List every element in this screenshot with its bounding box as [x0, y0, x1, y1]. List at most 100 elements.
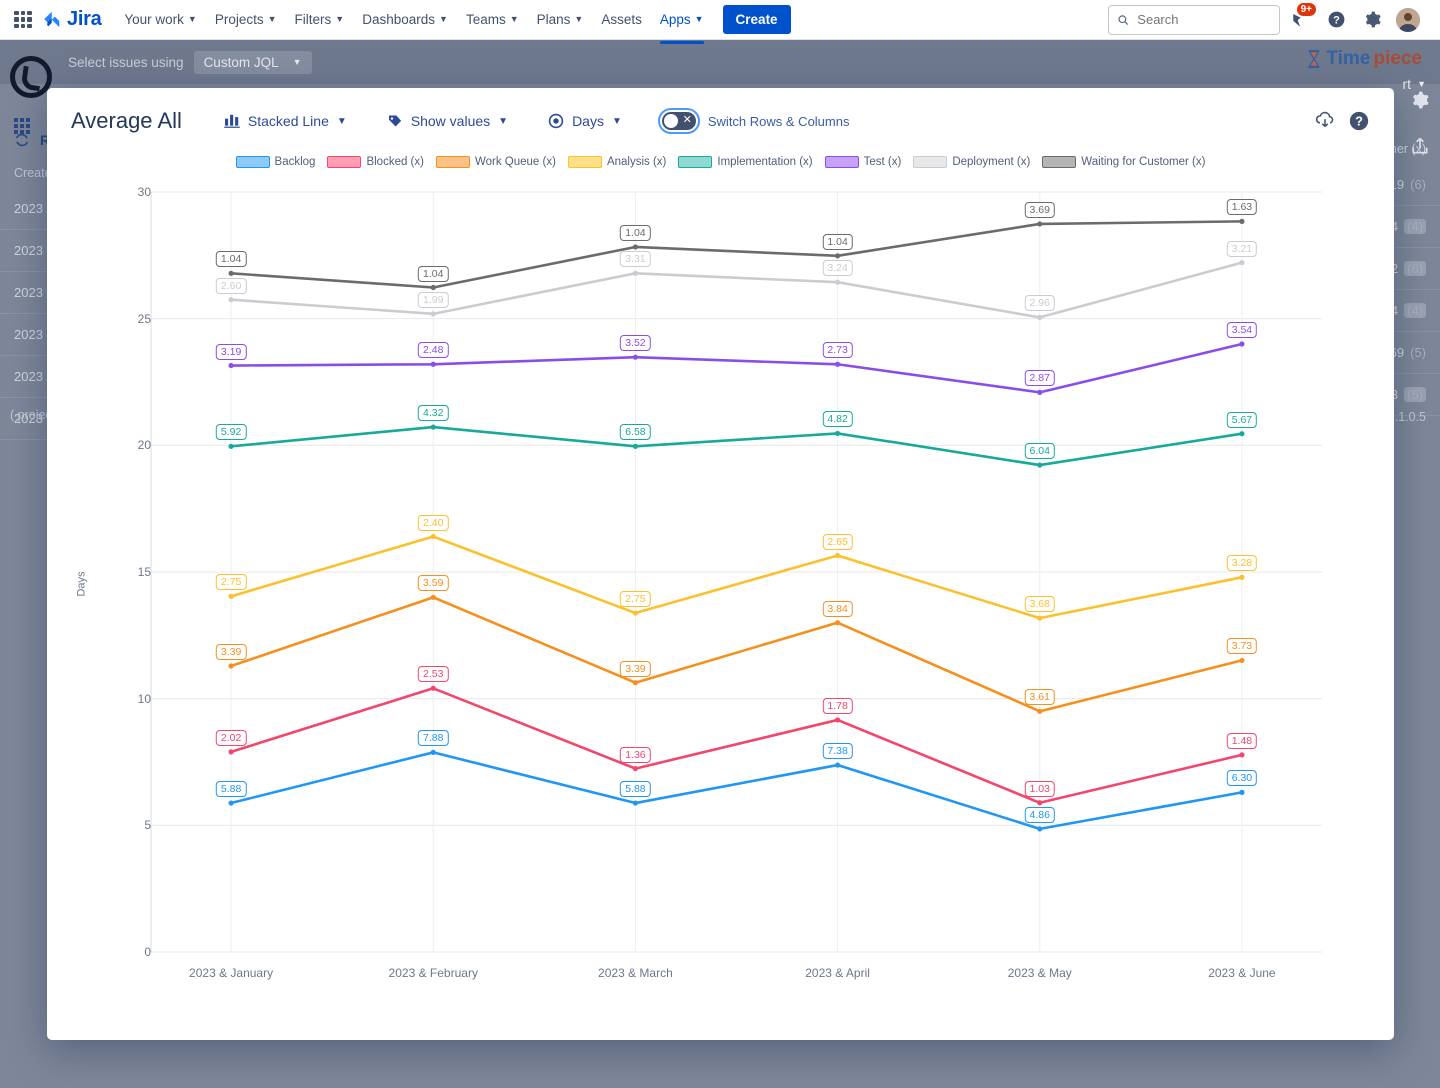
data-point-label: 1.63	[1226, 199, 1258, 216]
data-point-label: 6.58	[620, 424, 651, 441]
x-tick-label: 2023 & March	[598, 966, 673, 980]
data-point-label: 3.54	[1226, 322, 1258, 338]
app-logo-icon	[10, 56, 52, 98]
data-point-label: 3.39	[620, 660, 651, 677]
time-unit-selector[interactable]: Days ▼	[548, 113, 622, 129]
nav-label: Your work	[124, 12, 184, 27]
nav-label: Teams	[465, 12, 506, 27]
x-tick-label: 2023 & February	[388, 966, 478, 980]
chevron-down-icon: ▼	[336, 115, 347, 127]
download-cloud-icon[interactable]	[1314, 110, 1336, 132]
data-point-label: 1.04	[620, 224, 651, 241]
data-point-label: 2.65	[822, 533, 853, 550]
refresh-icon	[15, 133, 29, 147]
legend-label: Work Queue (x)	[474, 156, 556, 168]
bar-chart-icon	[224, 114, 240, 128]
legend-item[interactable]: Deployment (x)	[913, 156, 1030, 168]
gear-icon[interactable]	[1410, 90, 1430, 110]
nav-item-projects[interactable]: Projects ▼	[206, 6, 286, 33]
legend-label: Implementation (x)	[717, 156, 813, 168]
legend-item[interactable]: Work Queue (x)	[435, 156, 556, 168]
x-tick-label: 2023 & June	[1208, 966, 1276, 980]
chevron-down-icon: ▼	[694, 14, 704, 24]
x-tick-label: 2023 & May	[1007, 966, 1072, 980]
nav-label: Assets	[601, 12, 642, 27]
legend-swatch	[913, 156, 948, 168]
data-point-label: 2.73	[822, 342, 853, 359]
modal-header: Average All Stacked Line ▼ Show values ▼	[47, 88, 1394, 146]
settings-button[interactable]	[1356, 4, 1388, 36]
data-point-label: 2.60	[215, 277, 247, 294]
legend-swatch	[824, 156, 859, 168]
jira-top-navigation: Jira Your work ▼ Projects ▼ Filters ▼ Da…	[0, 0, 1440, 44]
legend-label: Deployment (x)	[952, 156, 1031, 168]
select-issues-label: Select issues using	[68, 54, 184, 70]
data-point-label: 3.19	[215, 343, 247, 360]
timepiece-name-a: Time	[1326, 48, 1371, 69]
legend-swatch	[235, 156, 270, 168]
data-point-label: 4.32	[418, 405, 449, 422]
jira-home-logo[interactable]: Jira	[42, 8, 102, 31]
chart-type-selector[interactable]: Stacked Line ▼	[224, 113, 347, 129]
switch-rows-columns-label: Switch Rows & Columns	[707, 113, 850, 129]
jira-logo-icon	[44, 11, 60, 27]
create-button[interactable]: Create	[722, 5, 791, 34]
modal-header-actions: ?	[1314, 110, 1370, 132]
show-values-label: Show values	[410, 113, 491, 129]
data-point-label: 3.61	[1024, 689, 1055, 706]
legend-swatch	[327, 156, 362, 168]
legend-label: Backlog	[274, 156, 316, 168]
help-icon[interactable]: ?	[1348, 110, 1370, 132]
search-box[interactable]	[1108, 4, 1280, 35]
data-point-label: 3.73	[1226, 638, 1258, 655]
legend-item[interactable]: Blocked (x)	[327, 156, 424, 168]
legend-label: Analysis (x)	[606, 156, 667, 168]
help-button[interactable]: ?	[1320, 4, 1352, 36]
legend-item[interactable]: Backlog	[235, 156, 316, 168]
nav-label: Dashboards	[362, 12, 436, 27]
x-tick-label: 2023 & January	[189, 966, 274, 980]
search-input[interactable]	[1135, 11, 1271, 28]
legend-swatch	[435, 156, 470, 168]
nav-item-apps[interactable]: Apps ▼	[651, 6, 713, 44]
nav-item-filters[interactable]: Filters ▼	[286, 6, 354, 33]
nav-item-your-work[interactable]: Your work ▼	[115, 6, 205, 33]
data-point-label: 5.88	[215, 781, 247, 798]
legend-swatch	[567, 156, 602, 168]
data-point-label: 5.67	[1226, 411, 1258, 428]
chevron-down-icon: ▼	[335, 14, 345, 24]
chart-type-label: Stacked Line	[247, 113, 329, 129]
target-icon	[548, 113, 564, 129]
chevron-down-icon: ▼	[611, 115, 622, 127]
switch-rows-columns-group[interactable]: ✕ Switch Rows & Columns	[657, 108, 850, 134]
gear-icon	[1365, 11, 1381, 28]
data-point-label: 1.04	[822, 233, 853, 250]
legend-item[interactable]: Analysis (x)	[567, 156, 667, 168]
data-point-label: 3.31	[620, 251, 651, 268]
chevron-down-icon: ▼	[292, 56, 302, 67]
legend-item[interactable]: Test (x)	[824, 156, 901, 168]
jql-mode-selector[interactable]: Custom JQL ▼	[193, 50, 312, 74]
nav-right-group: 9+ ?	[1108, 2, 1430, 36]
nav-item-plans[interactable]: Plans ▼	[528, 6, 593, 33]
legend-label: Waiting for Customer (x)	[1081, 156, 1206, 168]
notifications-button[interactable]: 9+	[1284, 2, 1316, 36]
user-avatar-button[interactable]	[1392, 4, 1424, 36]
legend-swatch	[678, 156, 713, 168]
data-point-label: 6.04	[1024, 443, 1055, 460]
legend-item[interactable]: Waiting for Customer (x)	[1042, 156, 1205, 168]
search-icon	[1118, 14, 1129, 25]
nav-item-teams[interactable]: Teams ▼	[457, 6, 528, 33]
nav-item-dashboards[interactable]: Dashboards ▼	[353, 6, 457, 33]
show-values-selector[interactable]: Show values ▼	[387, 113, 508, 129]
tag-icon	[388, 115, 401, 127]
chevron-down-icon: ▼	[498, 115, 509, 127]
nav-item-assets[interactable]: Assets	[592, 6, 651, 33]
background-side-icons	[1410, 90, 1430, 156]
x-tick-label: 2023 & April	[805, 966, 870, 980]
data-point-label: 1.78	[822, 697, 853, 714]
share-icon[interactable]	[1410, 136, 1430, 156]
switch-rows-columns-toggle[interactable]: ✕	[657, 108, 700, 134]
legend-item[interactable]: Implementation (x)	[678, 156, 813, 168]
app-switcher-icon[interactable]	[14, 10, 32, 29]
